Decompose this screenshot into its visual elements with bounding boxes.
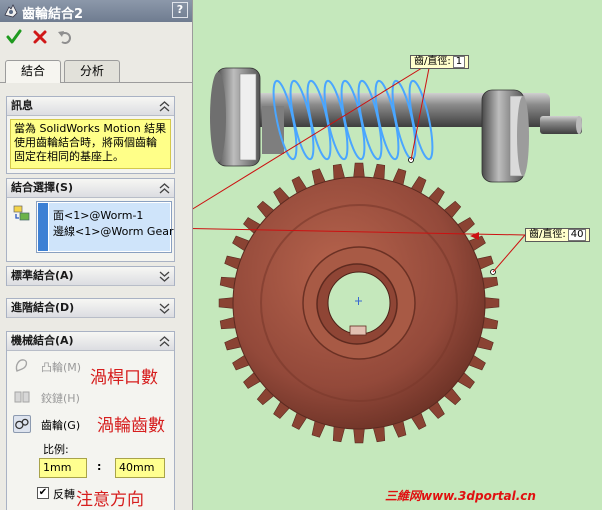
collapse-chevron-icon[interactable] [159, 183, 170, 194]
mechanical-mates-header[interactable]: 機械結合(A) [7, 332, 174, 351]
collapse-chevron-icon[interactable] [159, 336, 170, 347]
tag-value[interactable]: 40 [567, 229, 587, 241]
standard-mates-header[interactable]: 標準結合(A) [7, 267, 174, 286]
tag-label: 齒/直徑: [414, 56, 451, 67]
group-title: 機械結合(A) [11, 334, 74, 347]
info-message: 當為 SolidWorks Motion 結果使用齒輪結合時，將兩個齒輪固定在相… [10, 119, 171, 169]
advanced-mates-header[interactable]: 進階結合(D) [7, 299, 174, 318]
panel-title: 齒輪結合2 [22, 7, 84, 22]
group-title: 訊息 [11, 99, 33, 112]
ratio-separator: : [97, 460, 102, 473]
entities-to-mate-icon [13, 205, 30, 221]
advanced-mates-group[interactable]: 進階結合(D) [6, 298, 175, 318]
worm-thread-count-annotation: 渦桿口數 [90, 368, 158, 388]
worm-tooth-diameter-tag[interactable]: 齒/直徑: 1 [410, 55, 470, 69]
hinge-icon [14, 391, 30, 403]
mate-selections-header[interactable]: 結合選擇(S) [7, 179, 174, 198]
tag-value[interactable]: 1 [452, 56, 466, 68]
info-group: 訊息 當為 SolidWorks Motion 結果使用齒輪結合時，將兩個齒輪固… [6, 96, 175, 174]
tab-mate[interactable]: 結合 [5, 60, 61, 83]
collapse-chevron-icon[interactable] [159, 101, 170, 112]
expand-chevron-icon[interactable] [159, 271, 170, 282]
x-icon[interactable] [32, 29, 48, 45]
title-bar: 齒輪結合2 ? [0, 0, 192, 22]
hinge-mate-option[interactable]: 鉸鏈(H) [11, 387, 171, 407]
group-title: 進階結合(D) [11, 301, 75, 314]
standard-mates-group[interactable]: 標準結合(A) [6, 266, 175, 286]
tag-label: 齒/直徑: [529, 229, 566, 240]
group-title: 結合選擇(S) [11, 181, 73, 194]
info-group-header[interactable]: 訊息 [7, 97, 174, 116]
reverse-checkbox[interactable]: ✔ [37, 487, 49, 499]
gear-tooth-count-annotation: 渦輪齒數 [97, 416, 165, 436]
undo-icon[interactable] [57, 29, 73, 45]
cam-icon [15, 359, 28, 372]
mate-selections-list[interactable]: 面<1>@Worm-1 邊線<1>@Worm Gear [36, 201, 174, 253]
help-button[interactable]: ? [172, 2, 188, 18]
expand-chevron-icon[interactable] [159, 303, 170, 314]
gear-tooth-diameter-tag[interactable]: 齒/直徑: 40 [525, 228, 591, 242]
option-label: 鉸鏈(H) [41, 392, 80, 405]
worm-gear[interactable] [218, 162, 500, 444]
group-title: 標準結合(A) [11, 269, 74, 282]
ratio-label: 比例: [43, 443, 69, 456]
gear-icon [13, 415, 31, 433]
checkmark-icon[interactable] [6, 29, 22, 45]
ratio-input-b[interactable]: 40mm [115, 458, 165, 478]
option-label: 凸輪(M) [41, 361, 82, 374]
list-item[interactable]: 邊線<1>@Worm Gear [53, 223, 174, 239]
reverse-label: 反轉 [53, 488, 75, 501]
list-item[interactable]: 面<1>@Worm-1 [53, 207, 143, 223]
ratio-input-a[interactable]: 1mm [39, 458, 87, 478]
gear-mate-icon [4, 4, 18, 18]
worm-shaft[interactable] [210, 67, 582, 183]
list-accent [38, 203, 48, 251]
direction-note-annotation: 注意方向 [76, 490, 144, 510]
watermark: 三維网www.3dportal.cn [385, 489, 536, 503]
mate-selections-group: 結合選擇(S) 面<1>@Worm-1 邊線<1>@Worm Gear [6, 178, 175, 262]
panel-resize-handle[interactable] [192, 400, 193, 420]
tab-analysis[interactable]: 分析 [64, 60, 120, 82]
option-label: 齒輪(G) [41, 419, 81, 432]
